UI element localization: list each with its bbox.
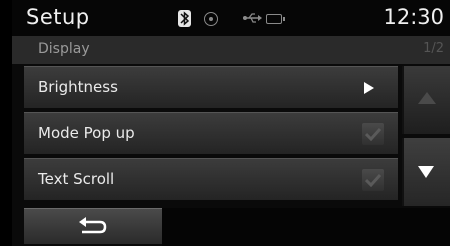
checkmark-icon bbox=[365, 127, 381, 141]
scroll-down-button[interactable] bbox=[402, 138, 450, 206]
bottom-bar bbox=[162, 208, 450, 246]
app-title: Setup bbox=[26, 5, 90, 29]
battery-icon bbox=[266, 14, 285, 24]
list-item-text-scroll[interactable]: Text Scroll bbox=[24, 158, 398, 200]
back-arrow-icon bbox=[79, 217, 107, 234]
usb-icon bbox=[243, 13, 262, 23]
arrow-right-icon bbox=[364, 82, 374, 94]
mode-pop-up-checkbox[interactable] bbox=[362, 123, 384, 145]
section-header: Display 1/2 bbox=[12, 36, 450, 64]
checkmark-icon bbox=[365, 173, 381, 187]
list-item-brightness[interactable]: Brightness bbox=[24, 66, 398, 108]
triangle-up-icon bbox=[418, 92, 436, 104]
text-scroll-checkbox[interactable] bbox=[362, 169, 384, 191]
triangle-down-icon bbox=[418, 166, 434, 178]
clock: 12:30 bbox=[383, 5, 444, 29]
status-bar: Setup 12:30 bbox=[12, 0, 450, 36]
list-item-mode-pop-up[interactable]: Mode Pop up bbox=[24, 112, 398, 154]
section-title: Display bbox=[38, 41, 90, 57]
disc-icon bbox=[204, 12, 218, 26]
page-indicator: 1/2 bbox=[423, 41, 444, 56]
scroll-up-button[interactable] bbox=[402, 66, 450, 134]
list-item-label: Brightness bbox=[38, 78, 118, 96]
list-item-label: Mode Pop up bbox=[38, 124, 135, 142]
back-button[interactable] bbox=[24, 208, 162, 244]
list-item-label: Text Scroll bbox=[38, 170, 115, 188]
setup-screen: Setup 12:30 Display 1/2 Brightness Mode … bbox=[12, 0, 450, 246]
bluetooth-icon bbox=[178, 10, 191, 27]
